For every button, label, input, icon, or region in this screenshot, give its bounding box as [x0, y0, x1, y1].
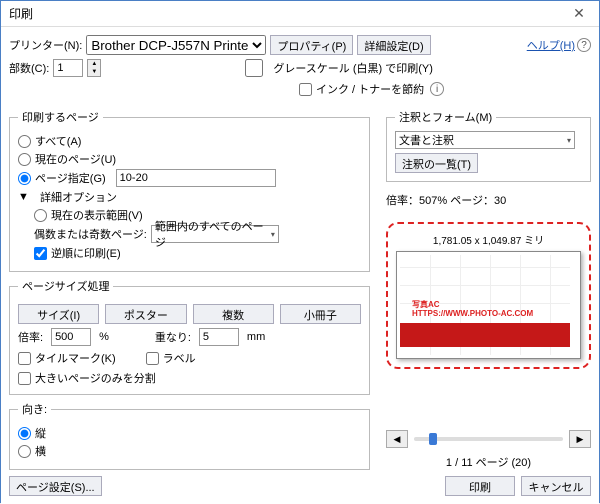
- orientation-legend: 向き:: [18, 401, 51, 417]
- copies-row: 部数(C): ▲▼ グレースケール (白黒) で印刷(Y): [9, 59, 591, 77]
- orientation-group: 向き: 縦 横: [9, 401, 370, 470]
- booklet-button[interactable]: 小冊子: [280, 304, 361, 324]
- page-range-input[interactable]: [116, 169, 276, 187]
- print-button[interactable]: 印刷: [445, 476, 515, 496]
- radio-portrait[interactable]: [18, 427, 31, 440]
- radio-all[interactable]: [18, 135, 31, 148]
- saveink-row: インク / トナーを節約 i: [299, 81, 591, 97]
- prev-page-button[interactable]: ◀: [386, 430, 408, 448]
- poster-button[interactable]: ポスター: [105, 304, 186, 324]
- printer-row: プリンター(N): Brother DCP-J557N Printer プロパテ…: [9, 35, 591, 55]
- page-slider[interactable]: [414, 437, 563, 441]
- close-button[interactable]: ✕: [559, 1, 599, 27]
- preview-status: 倍率：507% ページ：30: [386, 192, 591, 208]
- scale-input[interactable]: [51, 328, 91, 346]
- page-indicator: 1 / 11 ページ (20): [386, 454, 591, 470]
- annotation-summary-button[interactable]: 注釈の一覧(T): [395, 153, 478, 173]
- window-title: 印刷: [1, 5, 41, 22]
- chevron-down-icon: ▾: [567, 136, 571, 145]
- help-link[interactable]: ヘルプ(H) ?: [527, 37, 591, 53]
- reverse-checkbox[interactable]: [34, 247, 47, 260]
- labels-checkbox[interactable]: ラベル: [146, 350, 196, 366]
- help-icon: ?: [577, 38, 591, 52]
- page-setup-button[interactable]: ページ設定(S)...: [9, 476, 102, 496]
- close-icon: ✕: [573, 5, 585, 22]
- properties-button[interactable]: プロパティ(P): [270, 35, 353, 55]
- more-options-toggle[interactable]: ▼ 詳細オプション: [18, 189, 361, 205]
- print-dialog: 印刷 ✕ プリンター(N): Brother DCP-J557N Printer…: [0, 0, 600, 503]
- watermark: 写真ACHTTPS://WWW.PHOTO-AC.COM: [412, 301, 533, 319]
- preview-dimensions: 1,781.05 x 1,049.87 ミリ: [396, 232, 581, 247]
- spin-up-icon: ▲: [88, 60, 100, 68]
- odd-even-row: 偶数または奇数ページ: 範囲内のすべてのページ▾: [18, 225, 361, 243]
- slider-thumb[interactable]: [429, 433, 437, 445]
- sizing-group: ページサイズ処理 サイズ(I) ポスター 複数 小冊子 倍率: % 重なり:: [9, 278, 370, 395]
- tilemarks-checkbox[interactable]: タイルマーク(K): [18, 350, 116, 366]
- grayscale-checkbox[interactable]: グレースケール (白黒) で印刷(Y): [239, 59, 433, 77]
- chevron-down-icon: ▼: [18, 191, 29, 203]
- overlap-input[interactable]: [199, 328, 239, 346]
- copies-spinner[interactable]: ▲▼: [87, 59, 101, 77]
- annotations-legend: 注釈とフォーム(M): [395, 109, 496, 125]
- annotations-group: 注釈とフォーム(M) 文書と注釈▾ 注釈の一覧(T): [386, 109, 591, 182]
- preview-card[interactable]: 写真ACHTTPS://WWW.PHOTO-AC.COM: [396, 251, 581, 359]
- pages-group: 印刷するページ すべて(A) 現在のページ(U) ページ指定(G) ▼ 詳細オプ…: [9, 109, 370, 272]
- pages-legend: 印刷するページ: [18, 109, 103, 125]
- radio-landscape[interactable]: [18, 445, 31, 458]
- printer-label: プリンター(N):: [9, 37, 82, 53]
- right-column: 注釈とフォーム(M) 文書と注釈▾ 注釈の一覧(T) 倍率：507% ページ：3…: [386, 109, 591, 470]
- radio-current[interactable]: [18, 153, 31, 166]
- cancel-button[interactable]: キャンセル: [521, 476, 591, 496]
- advanced-button[interactable]: 詳細設定(D): [357, 35, 430, 55]
- annotations-select[interactable]: 文書と注釈▾: [395, 131, 575, 149]
- sizing-legend: ページサイズ処理: [18, 278, 113, 294]
- copies-label: 部数(C):: [9, 60, 49, 76]
- odd-even-select[interactable]: 範囲内のすべてのページ▾: [151, 225, 279, 243]
- preview-highlight: 1,781.05 x 1,049.87 ミリ 写真ACHTTPS://WWW.P…: [386, 222, 591, 369]
- saveink-checkbox[interactable]: インク / トナーを節約: [299, 81, 424, 97]
- left-column: 印刷するページ すべて(A) 現在のページ(U) ページ指定(G) ▼ 詳細オプ…: [9, 109, 376, 470]
- chevron-right-icon: ▶: [577, 434, 584, 445]
- size-button[interactable]: サイズ(I): [18, 304, 99, 324]
- dialog-body: プリンター(N): Brother DCP-J557N Printer プロパテ…: [1, 27, 599, 504]
- dialog-footer: ページ設定(S)... 印刷 キャンセル: [9, 470, 591, 496]
- printer-select[interactable]: Brother DCP-J557N Printer: [86, 35, 266, 55]
- preview-thumbnail: 写真ACHTTPS://WWW.PHOTO-AC.COM: [400, 255, 570, 355]
- info-icon[interactable]: i: [430, 82, 444, 96]
- copies-input[interactable]: [53, 59, 83, 77]
- large-only-checkbox[interactable]: 大きいページのみを分割: [18, 370, 361, 386]
- radio-range[interactable]: [18, 172, 31, 185]
- radio-view[interactable]: [34, 209, 47, 222]
- next-page-button[interactable]: ▶: [569, 430, 591, 448]
- spin-down-icon: ▼: [88, 68, 100, 76]
- preview-pager: ◀ ▶: [386, 430, 591, 448]
- main-area: 印刷するページ すべて(A) 現在のページ(U) ページ指定(G) ▼ 詳細オプ…: [9, 109, 591, 470]
- chevron-left-icon: ◀: [394, 434, 401, 445]
- chevron-down-icon: ▾: [271, 230, 275, 239]
- titlebar: 印刷 ✕: [1, 1, 599, 27]
- multiple-button[interactable]: 複数: [193, 304, 274, 324]
